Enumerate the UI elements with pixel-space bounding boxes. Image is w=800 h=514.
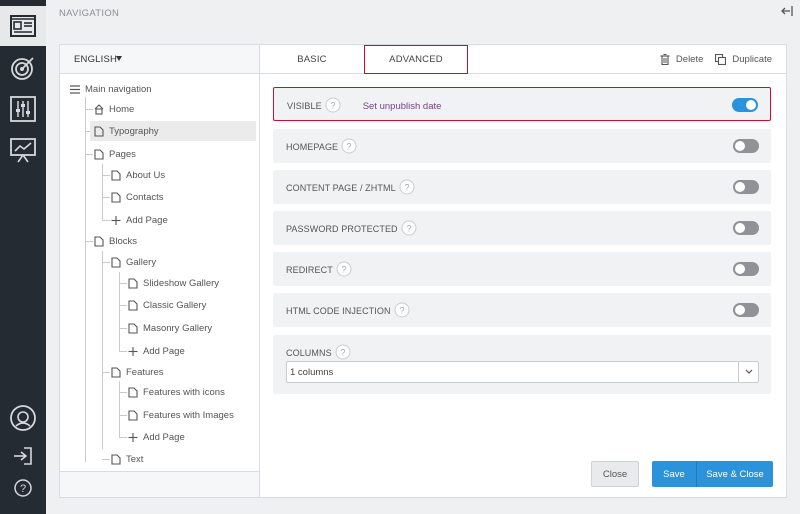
- chart-board-icon[interactable]: [0, 130, 46, 170]
- tree-item-blocks[interactable]: Blocks: [94, 231, 137, 251]
- menu-icon: [70, 84, 80, 94]
- main-panel: ENGLISH Main navigation Home Typography …: [59, 44, 787, 498]
- page-icon: [111, 256, 121, 268]
- language-selector[interactable]: ENGLISH: [60, 45, 259, 74]
- page-icon: [94, 148, 104, 160]
- html-injection-toggle[interactable]: [733, 303, 759, 317]
- tree-item-typography[interactable]: Typography: [90, 121, 256, 141]
- homepage-setting: HOMEPAGE ?: [273, 129, 771, 163]
- help-icon[interactable]: ?: [335, 344, 351, 360]
- page-icon: [94, 235, 104, 247]
- html-injection-setting: HTML CODE INJECTION ?: [273, 293, 771, 327]
- tree-item-classic-gallery[interactable]: Classic Gallery: [128, 295, 206, 315]
- page-icon: [128, 386, 138, 398]
- page-icon: [128, 277, 138, 289]
- svg-text:?: ?: [20, 483, 26, 495]
- tree-footer: [60, 471, 259, 497]
- svg-text:?: ?: [341, 265, 346, 275]
- redirect-setting: REDIRECT ?: [273, 252, 771, 286]
- target-icon[interactable]: [0, 48, 46, 88]
- tree-item-contacts[interactable]: Contacts: [111, 187, 164, 207]
- tree-item-gallery[interactable]: Gallery: [111, 252, 156, 272]
- tree-item-slideshow-gallery[interactable]: Slideshow Gallery: [128, 273, 219, 293]
- tree-item-about-us[interactable]: About Us: [111, 165, 165, 185]
- language-label: ENGLISH: [74, 54, 118, 65]
- tree-root-label: Main navigation: [85, 83, 152, 95]
- add-page-button[interactable]: Add Page: [128, 427, 185, 447]
- navigation-icon[interactable]: [0, 6, 46, 46]
- tree-item-features[interactable]: Features: [111, 362, 164, 382]
- duplicate-button[interactable]: Duplicate: [715, 54, 772, 65]
- password-protected-setting: PASSWORD PROTECTED ?: [273, 211, 771, 245]
- columns-setting: COLUMNS ? 1 columns: [273, 335, 771, 394]
- page-icon: [111, 169, 121, 181]
- add-page-button[interactable]: Add Page: [128, 341, 185, 361]
- visible-toggle[interactable]: [732, 98, 758, 112]
- page-title: NAVIGATION: [59, 8, 120, 19]
- collapse-left-icon[interactable]: [780, 4, 794, 18]
- navigation-tree-panel: ENGLISH Main navigation Home Typography …: [60, 45, 260, 497]
- svg-text:?: ?: [406, 224, 411, 234]
- help-icon[interactable]: ?: [336, 261, 352, 277]
- support-avatar-icon[interactable]: [0, 398, 46, 438]
- page-icon: [128, 322, 138, 334]
- tree-root[interactable]: Main navigation: [70, 79, 152, 99]
- svg-text:?: ?: [347, 142, 352, 152]
- sliders-icon[interactable]: [0, 89, 46, 129]
- page-icon: [128, 409, 138, 421]
- plus-icon: [128, 432, 138, 442]
- svg-text:?: ?: [399, 306, 404, 316]
- page-icon: [128, 299, 138, 311]
- visible-setting: VISIBLE ? Set unpublish date: [273, 87, 771, 121]
- page-icon: [111, 366, 121, 378]
- save-and-close-button[interactable]: Save & Close: [697, 461, 773, 487]
- tree-item-text[interactable]: Text: [111, 449, 143, 469]
- help-icon[interactable]: ?: [399, 179, 415, 195]
- trash-icon: [660, 54, 670, 65]
- app-sidebar: ?: [0, 0, 46, 514]
- home-icon: [94, 103, 104, 115]
- tree-item-home[interactable]: Home: [94, 99, 134, 119]
- tree-item-pages[interactable]: Pages: [94, 144, 136, 164]
- svg-text:?: ?: [340, 348, 345, 358]
- tab-bar: BASIC ADVANCED Delete Duplicate: [260, 45, 786, 74]
- help-icon[interactable]: ?: [341, 138, 357, 154]
- columns-select[interactable]: 1 columns: [286, 361, 759, 383]
- page-actions: Delete Duplicate: [648, 45, 772, 74]
- redirect-toggle[interactable]: [733, 262, 759, 276]
- page-icon: [94, 125, 104, 137]
- tree-item-features-with-images[interactable]: Features with Images: [128, 405, 234, 425]
- chevron-down-icon: [116, 56, 122, 61]
- add-page-button[interactable]: Add Page: [111, 210, 168, 230]
- content-page-toggle[interactable]: [733, 180, 759, 194]
- password-protected-toggle[interactable]: [733, 221, 759, 235]
- plus-icon: [111, 215, 121, 225]
- help-icon[interactable]: ?: [401, 220, 417, 236]
- columns-value: 1 columns: [290, 367, 334, 378]
- set-unpublish-date-link[interactable]: Set unpublish date: [363, 101, 442, 112]
- navigation-tree: Main navigation Home Typography Pages Ab…: [60, 75, 259, 471]
- save-button[interactable]: Save: [652, 461, 697, 487]
- homepage-toggle[interactable]: [733, 139, 759, 153]
- select-dropdown-button[interactable]: [738, 362, 758, 382]
- top-bar: NAVIGATION: [46, 0, 800, 36]
- plus-icon: [128, 346, 138, 356]
- tab-basic[interactable]: BASIC: [260, 45, 364, 74]
- page-icon: [111, 191, 121, 203]
- help-icon[interactable]: ?: [325, 97, 341, 113]
- page-icon: [111, 453, 121, 465]
- svg-text:?: ?: [330, 101, 335, 111]
- tree-item-features-with-icons[interactable]: Features with icons: [128, 382, 225, 402]
- copy-icon: [715, 54, 727, 65]
- delete-button[interactable]: Delete: [660, 54, 703, 65]
- chevron-down-icon: [745, 369, 753, 374]
- tree-item-masonry-gallery[interactable]: Masonry Gallery: [128, 318, 212, 338]
- tab-advanced[interactable]: ADVANCED: [364, 45, 468, 74]
- help-icon[interactable]: ?: [0, 468, 46, 508]
- close-button[interactable]: Close: [591, 461, 639, 487]
- content-page-setting: CONTENT PAGE / ZHTML ?: [273, 170, 771, 204]
- help-icon[interactable]: ?: [394, 302, 410, 318]
- svg-text:?: ?: [404, 183, 409, 193]
